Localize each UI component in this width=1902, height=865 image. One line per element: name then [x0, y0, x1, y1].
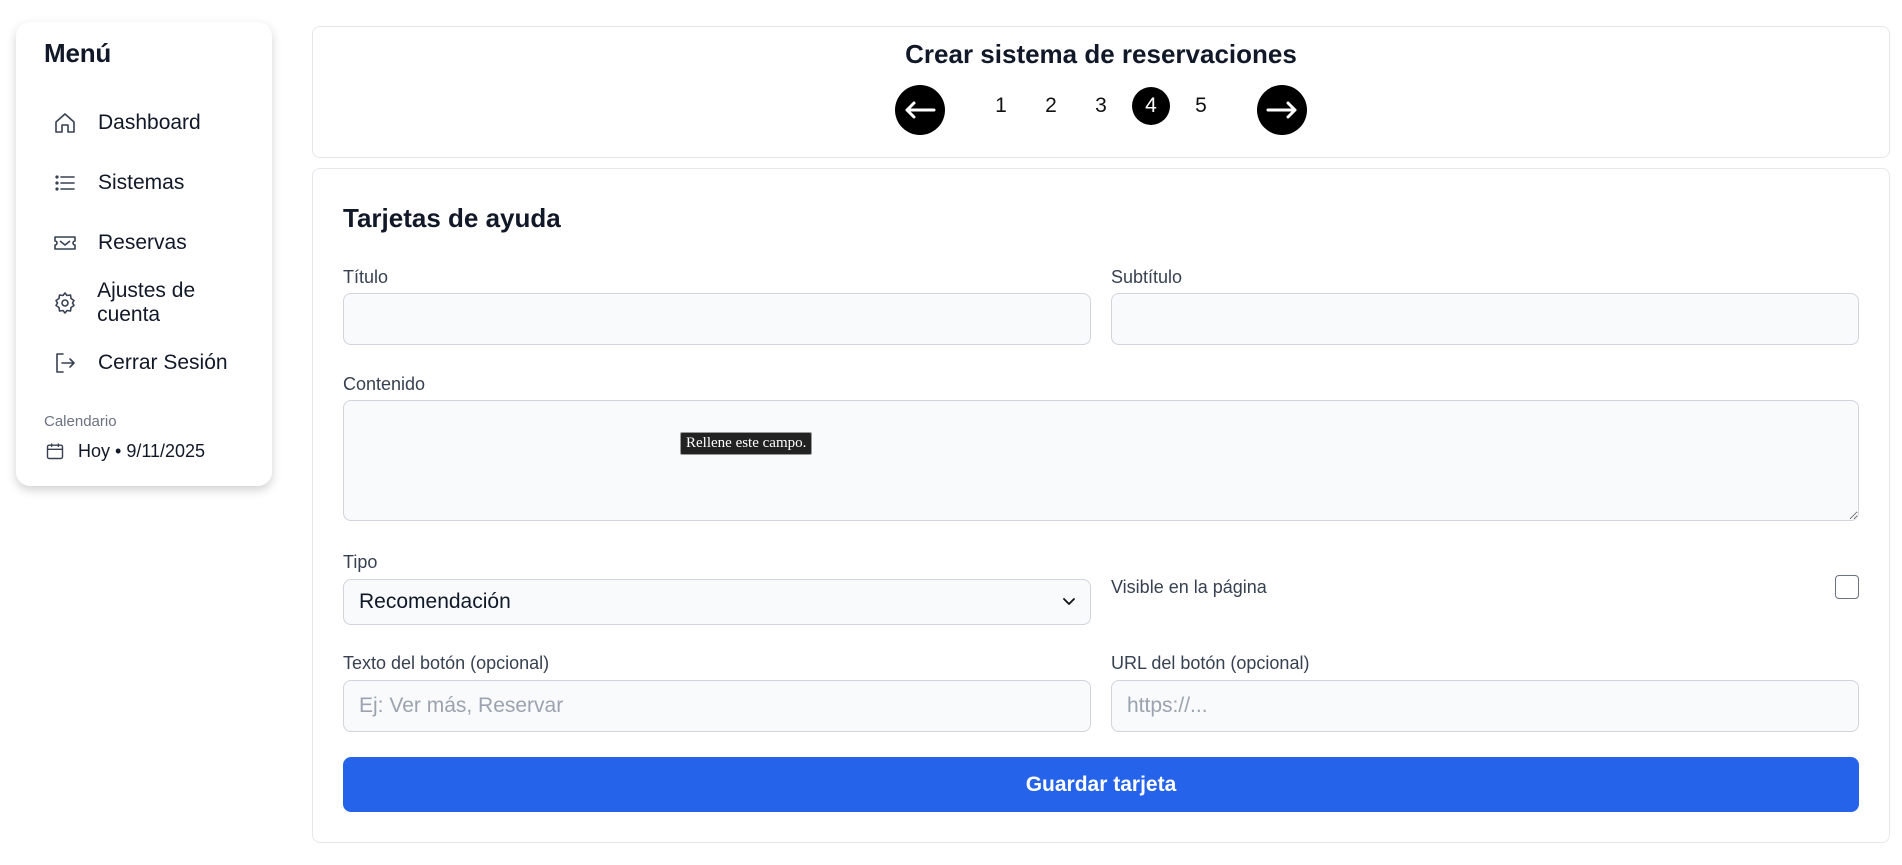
step-4[interactable]: 4 — [1132, 87, 1170, 125]
boton-url-input[interactable] — [1111, 680, 1859, 732]
save-card-button[interactable]: Guardar tarjeta — [343, 757, 1859, 812]
titulo-label: Título — [343, 267, 389, 287]
step-3[interactable]: 3 — [1082, 87, 1120, 125]
step-1[interactable]: 1 — [982, 87, 1020, 125]
section-title: Tarjetas de ayuda — [343, 203, 561, 233]
subtitulo-input[interactable] — [1111, 293, 1859, 345]
step-2[interactable]: 2 — [1032, 87, 1070, 125]
boton-url-label: URL del botón (opcional) — [1111, 653, 1310, 673]
wizard-header: Crear sistema de reservaciones 1 2 3 4 5 — [312, 26, 1890, 158]
next-step-button[interactable] — [1257, 85, 1307, 135]
prev-step-button[interactable] — [895, 85, 945, 135]
sidebar-item-sistemas[interactable]: Sistemas — [30, 153, 258, 213]
step-5[interactable]: 5 — [1182, 87, 1220, 125]
home-icon — [52, 110, 78, 136]
sidebar-item-label: Dashboard — [98, 111, 201, 134]
tipo-label: Tipo — [343, 552, 378, 572]
ticket-icon — [52, 230, 78, 256]
menu-title: Menú — [44, 38, 112, 68]
titulo-input[interactable] — [343, 293, 1091, 345]
sidebar-item-cerrar-sesion[interactable]: Cerrar Sesión — [30, 333, 258, 393]
sidebar-item-label: Reservas — [98, 231, 187, 254]
sidebar-item-label: Cerrar Sesión — [98, 351, 228, 374]
calendar-today: Hoy • 9/11/2025 — [44, 440, 258, 462]
sidebar-item-label: Sistemas — [98, 171, 185, 194]
page-title: Crear sistema de reservaciones — [905, 39, 1297, 69]
visible-label: Visible en la página — [1111, 577, 1267, 597]
tipo-select[interactable]: Recomendación — [343, 579, 1091, 625]
chevron-down-icon — [1063, 598, 1075, 605]
contenido-textarea[interactable] — [343, 400, 1859, 521]
contenido-label: Contenido — [343, 374, 426, 394]
sidebar-item-reservas[interactable]: Reservas — [30, 213, 258, 273]
boton-texto-input[interactable] — [343, 680, 1091, 732]
gear-icon — [52, 290, 77, 316]
sidebar-item-ajustes[interactable]: Ajustes de cuenta — [30, 273, 258, 333]
validation-tooltip: Rellene este campo. — [680, 432, 813, 455]
sidebar: Menú Dashboard Sistemas Reservas Ajustes… — [16, 22, 272, 486]
calendar-value: Hoy • 9/11/2025 — [78, 440, 206, 461]
visible-checkbox[interactable] — [1835, 575, 1859, 599]
calendar-icon — [44, 440, 66, 462]
boton-texto-label: Texto del botón (opcional) — [343, 653, 550, 673]
subtitulo-label: Subtítulo — [1111, 267, 1183, 287]
arrow-right-icon — [1266, 101, 1297, 119]
logout-icon — [52, 350, 78, 376]
arrow-left-icon — [905, 101, 936, 119]
sidebar-item-dashboard[interactable]: Dashboard — [30, 93, 258, 153]
calendar-label: Calendario — [44, 413, 117, 430]
help-card-form: Tarjetas de ayuda Título Subtítulo Conte… — [312, 168, 1890, 843]
tipo-selected-value: Recomendación — [359, 590, 511, 613]
list-icon — [52, 170, 78, 196]
sidebar-item-label: Ajustes de cuenta — [97, 279, 196, 326]
